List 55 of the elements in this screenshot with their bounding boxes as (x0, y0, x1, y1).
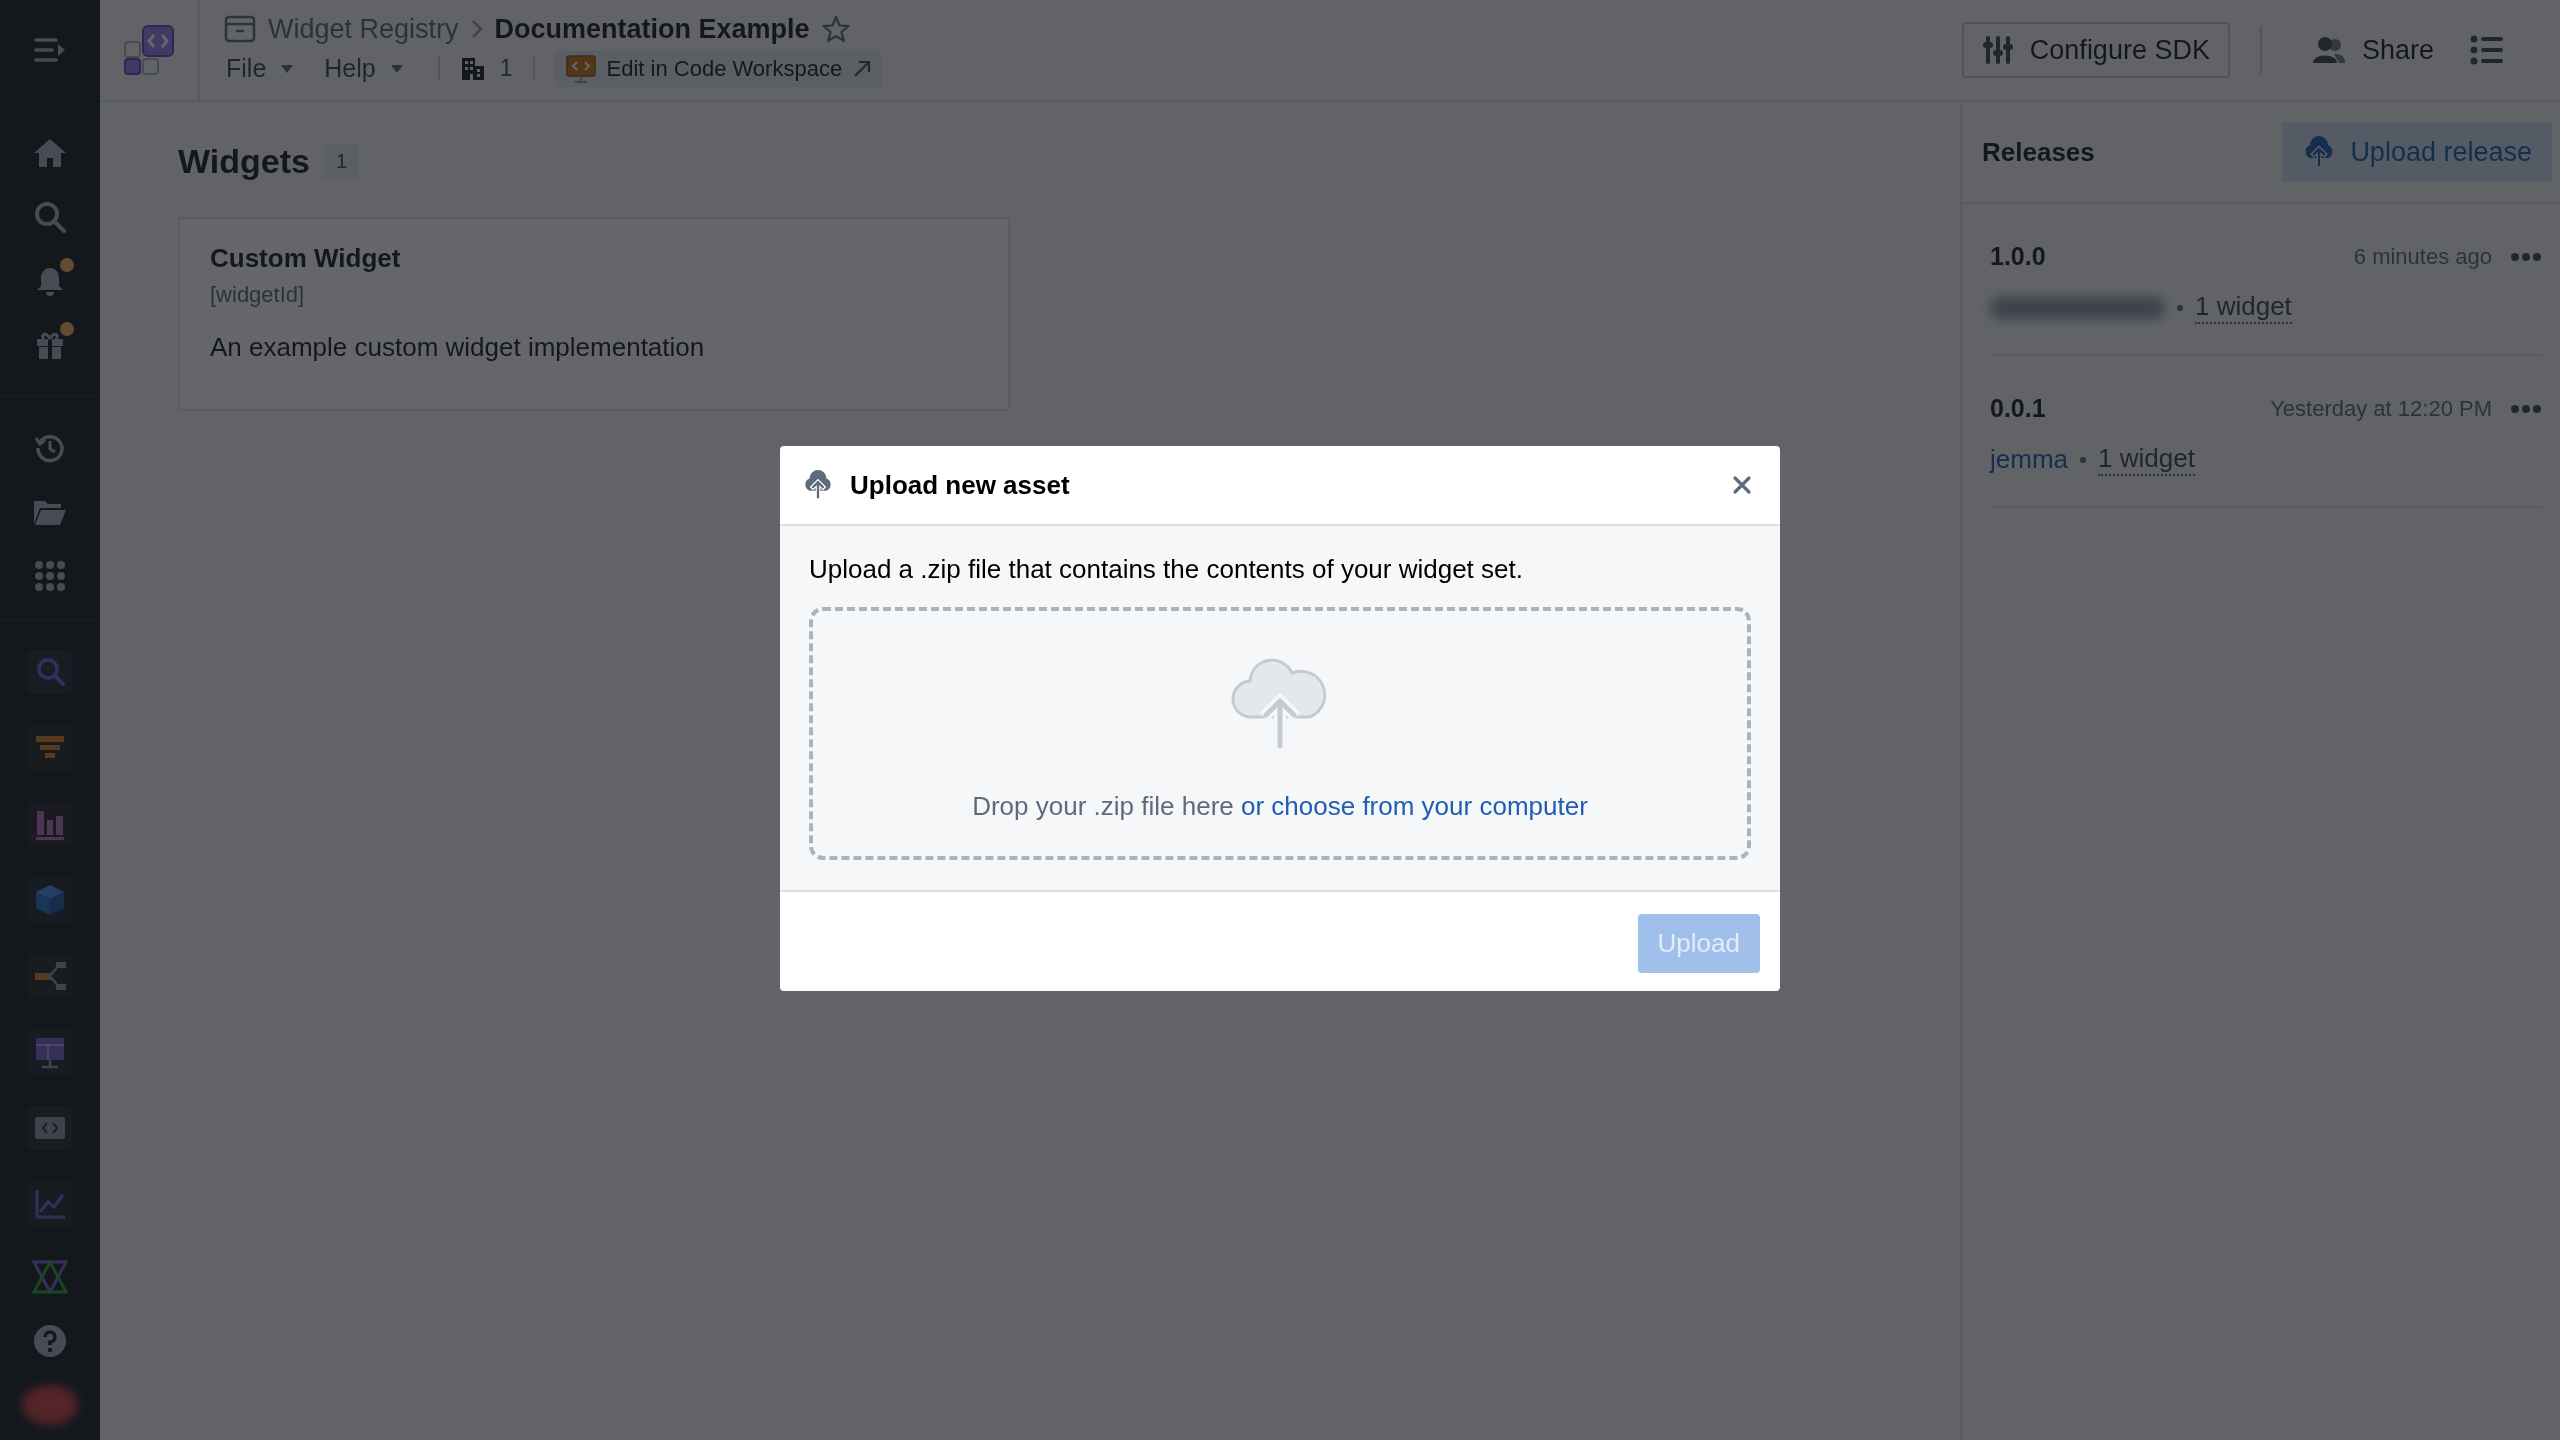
list-menu-icon[interactable] (2470, 35, 2504, 65)
bar-chart-app-icon[interactable] (28, 802, 72, 846)
author-link[interactable]: jemma (1990, 444, 2068, 475)
release-version: 0.0.1 (1990, 394, 2047, 423)
choose-file-link[interactable]: or choose from your computer (1241, 791, 1588, 821)
search-app-icon[interactable] (28, 650, 72, 694)
cube-app-icon[interactable] (28, 878, 72, 922)
widget-count-link[interactable]: 1 widget (2195, 291, 2292, 324)
more-options-icon[interactable] (2510, 403, 2542, 414)
dialog-title: Upload new asset (850, 469, 1071, 501)
separator-dot (2177, 304, 2183, 311)
widget-name: Custom Widget (210, 243, 402, 274)
organization-count: 1 (499, 55, 513, 82)
panel-title: Releases (1982, 136, 2095, 168)
edit-in-code-workspace-button[interactable]: Edit in Code Workspace (554, 50, 883, 87)
drop-instructions: Drop your .zip file here or choose from your computer (972, 791, 1588, 822)
count-badge: 1 (323, 144, 360, 179)
configure-sdk-button[interactable]: Configure SDK (1961, 22, 2230, 78)
logo-icon[interactable] (32, 1260, 68, 1294)
chevron-right-icon (470, 19, 483, 39)
code-monitor-icon (564, 53, 597, 84)
apps-grid-icon[interactable] (34, 560, 66, 592)
more-options-icon[interactable] (2510, 251, 2542, 262)
file-drop-zone[interactable]: Drop your .zip file here or choose from your computer (809, 607, 1751, 860)
people-icon (2311, 35, 2346, 65)
widget-count-link[interactable]: 1 widget (2098, 443, 2195, 476)
folder-icon[interactable] (33, 498, 67, 526)
dialog-description: Upload a .zip file that contains the contents of your widget set. (809, 554, 1524, 585)
help-icon[interactable] (33, 1324, 67, 1358)
separator-dot (2080, 456, 2086, 463)
caret-down-icon (389, 63, 404, 74)
widget-logo-icon (123, 24, 175, 76)
release-version: 1.0.0 (1990, 242, 2047, 271)
search-icon[interactable] (34, 201, 66, 233)
section-title: Widgets (178, 142, 310, 181)
widget-card[interactable]: Custom Widget [widgetId] An example custom widget implementation (178, 217, 1010, 411)
home-icon[interactable] (33, 137, 67, 169)
sliders-icon (1981, 34, 2014, 66)
star-icon[interactable] (821, 15, 850, 43)
close-icon[interactable] (1732, 475, 1752, 495)
archive-box-icon (224, 15, 256, 43)
building-icon (459, 55, 486, 82)
page-title: Documentation Example (494, 13, 810, 45)
cloud-upload-icon (802, 469, 834, 501)
history-icon[interactable] (34, 432, 66, 464)
share-button[interactable]: Share (2291, 24, 2454, 76)
upload-release-button[interactable]: Upload release (2282, 122, 2552, 182)
widget-id: [widgetId] (210, 282, 306, 308)
expand-menu-icon[interactable] (34, 37, 66, 63)
menu-button[interactable]: File (224, 54, 309, 83)
user-avatar[interactable] (22, 1385, 78, 1425)
caret-down-icon (280, 63, 295, 74)
widget-description: An example custom widget implementation (210, 332, 706, 363)
external-link-icon (852, 58, 873, 79)
menu-button[interactable]: Help (322, 54, 418, 83)
